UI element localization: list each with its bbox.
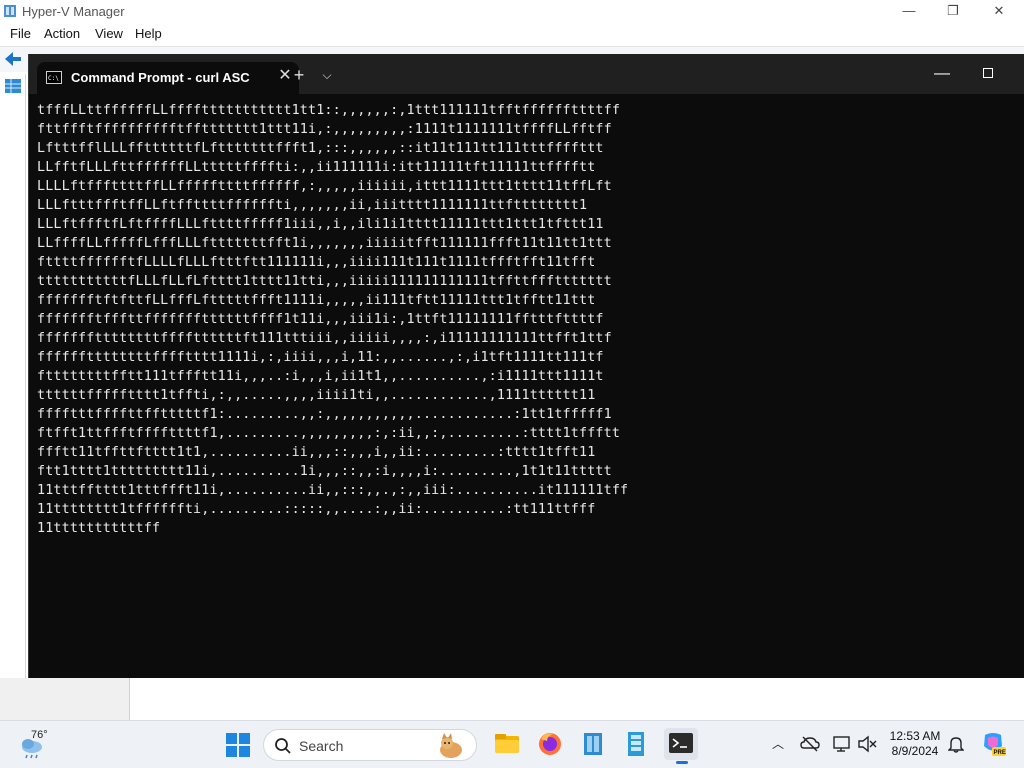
network-icon[interactable] (832, 735, 852, 753)
menu-action[interactable]: Action (44, 26, 80, 41)
terminal-minimize-button[interactable]: — (919, 62, 965, 86)
new-tab-button[interactable]: + (287, 64, 311, 86)
terminal-output-line: ffftt11tffttftttt1t1,..........ii,,,::,,… (37, 445, 596, 460)
maximize-icon (983, 68, 993, 78)
active-app-indicator (676, 761, 688, 764)
svg-text:C:\: C:\ (48, 75, 59, 82)
terminal-output-line: fttffftfffffffffftffttttttt1ttt11i,:,,,,… (37, 122, 612, 137)
notification-bell-icon[interactable] (948, 735, 964, 753)
start-icon[interactable] (224, 731, 252, 759)
hyperv-app-icon (4, 5, 16, 17)
search-placeholder: Search (299, 738, 344, 754)
terminal-titlebar[interactable]: C:\ Command Prompt - curl ASC ✕ + ⌵ — (29, 54, 1024, 94)
terminal-output-line: ffffffftftfttfLLfffLftttttffft1111i,,,,,… (37, 293, 596, 308)
hyperv-server-icon[interactable] (4, 78, 22, 94)
terminal-output-line: LLffffLLfffffLfffLLLftttttttfft1i,,,,,,,… (37, 236, 612, 251)
minimize-button[interactable]: — (886, 2, 932, 20)
file-explorer-icon[interactable] (492, 729, 522, 759)
search-highlight-cat-icon (440, 733, 462, 758)
terminal-output-line: ffffffftfffttfffffffttttttffff1t11i,,,ii… (37, 312, 604, 327)
terminal-output-line: LLLLftfffttttffLLfffffttttffffff,:,,,,,i… (37, 179, 612, 194)
weather-temperature[interactable]: 76° (31, 729, 48, 741)
menu-file[interactable]: File (10, 26, 31, 41)
terminal-maximize-button[interactable] (965, 62, 1011, 86)
search-icon (275, 738, 291, 754)
hyperv-tree-pane (0, 74, 26, 720)
volume-muted-icon[interactable] (857, 735, 877, 753)
hyperv-title: Hyper-V Manager (22, 4, 125, 19)
terminal-output-line: ffffffttttttttfffftttt1111i,:,iiii,,,i,1… (37, 350, 604, 365)
terminal-output-line: LLfftfLLLfttffffffLLtttttffffti:,,ii1111… (37, 160, 596, 175)
menu-help[interactable]: Help (135, 26, 162, 41)
tab-dropdown-button[interactable]: ⌵ (316, 64, 338, 86)
terminal-output-line: LLLftffftfLftffffLLLfttttfffff1iii,,i,,i… (37, 217, 604, 232)
clock-date: 8/9/2024 (891, 744, 939, 758)
onedrive-offline-icon[interactable] (800, 735, 820, 753)
tab-title: Command Prompt - curl ASC (71, 70, 250, 85)
menu-view[interactable]: View (95, 26, 123, 41)
terminal-output-line: ttttttffffftttt1tffti,:,,.....,,,,iiii1t… (37, 388, 596, 403)
hyperv-bottom-pane (0, 678, 130, 720)
restore-button[interactable]: ❐ (930, 2, 976, 20)
terminal-output-line: LftttfflLLLffttttttfLftttttttffft1,:::,,… (37, 141, 604, 156)
terminal-output-line: fffffffttttttttffffttttttft111tttiii,,ii… (37, 331, 612, 346)
terminal-output-line: fttttttttfftt111tffftt11i,,,..:i,,,i,ii1… (37, 369, 604, 384)
terminal-taskbar-button[interactable] (664, 728, 698, 764)
hyperv-titlebar[interactable]: Hyper-V Manager — ❐ ✕ (0, 0, 1024, 22)
terminal-icon (669, 733, 693, 753)
terminal-output-line: ftfft1ttffftffffttttf1,.........,,,,,,,,… (37, 426, 621, 441)
close-button[interactable]: ✕ (976, 2, 1022, 20)
terminal-output-line: tfffLLttffffffLLffffttttttttttt1tt1::,,,… (37, 103, 621, 118)
terminal-output-line: tttttttttttfLLLfLLfLftttt1tttt11tti,,,ii… (37, 274, 612, 289)
terminal-output-line: 11tttttttttttff (37, 521, 161, 536)
svg-text:PRE: PRE (994, 750, 1006, 756)
taskbar: 76° Search ︿ 12:53 AM 8/9/2024 PRE (0, 720, 1024, 768)
copilot-icon[interactable]: PRE (980, 731, 1006, 757)
clock[interactable]: 12:53 AM 8/9/2024 (884, 729, 946, 759)
show-hidden-icons-chevron-icon[interactable]: ︿ (770, 735, 786, 751)
tab-command-prompt[interactable]: C:\ Command Prompt - curl ASC ✕ (37, 62, 299, 94)
back-arrow-icon[interactable] (4, 51, 22, 67)
hyperv-connect-icon[interactable] (621, 729, 651, 759)
terminal-output-line: 11tttfftttt1tttffft11i,..........ii,,:::… (37, 483, 629, 498)
cmd-icon: C:\ (46, 71, 62, 84)
terminal-output-line: ftt1tttt1ttttttttt11i,..........1i,,,::,… (37, 464, 612, 479)
firefox-icon[interactable] (535, 729, 565, 759)
taskbar-search-box[interactable]: Search (263, 729, 477, 761)
terminal-output-line: fttttfffffftfLLLLfLLLftttftt111111i,,,ii… (37, 255, 596, 270)
terminal-output-line: 11tttttttt1tffffffti,.........:::::,,...… (37, 502, 596, 517)
clock-time: 12:53 AM (889, 729, 941, 743)
terminal-output-line: fffftttffffttfftttttf1:.........,,:,,,,,… (37, 407, 612, 422)
terminal-output[interactable]: tfffLLttffffffLLffffttttttttttt1tt1::,,,… (37, 101, 1017, 671)
hyperv-taskbar-icon[interactable] (578, 729, 608, 759)
terminal-output-line: LLLftttffftffLLftffttttffffffti,,,,,,,ii… (37, 198, 588, 213)
command-prompt-window: C:\ Command Prompt - curl ASC ✕ + ⌵ — tf… (28, 54, 1024, 678)
hyperv-menubar: File Action View Help (0, 23, 1024, 45)
